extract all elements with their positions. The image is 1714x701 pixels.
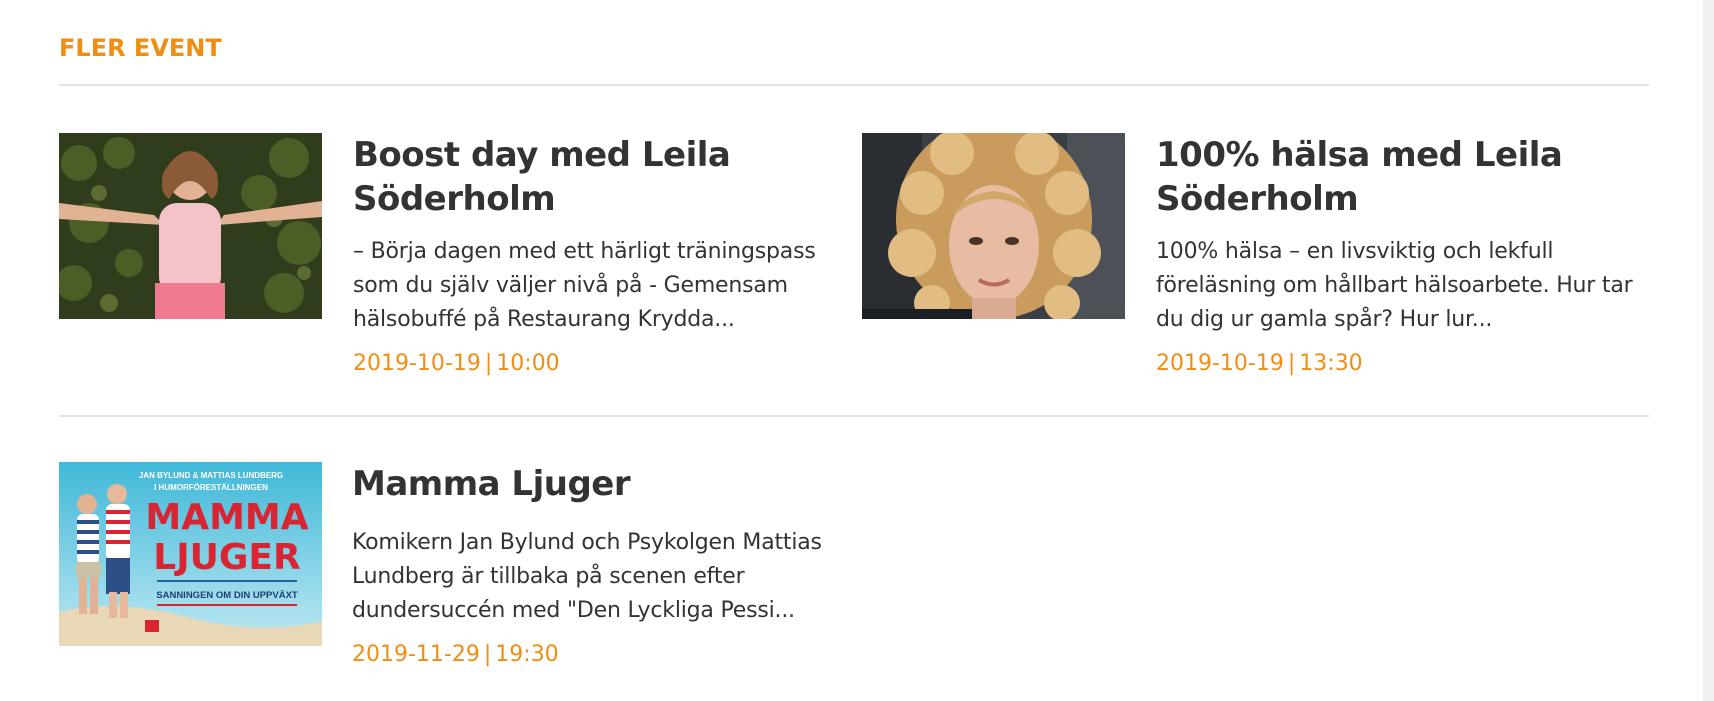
event-date: 2019-10-19 bbox=[1156, 351, 1284, 376]
divider bbox=[59, 415, 1649, 417]
event-datetime: 2019-10-19 | 13:30 bbox=[1156, 349, 1656, 379]
separator: | bbox=[483, 642, 492, 667]
event-description: – Börja dagen med ett härligt träningspa… bbox=[353, 239, 816, 332]
separator: | bbox=[1287, 351, 1296, 376]
event-time: 10:00 bbox=[496, 351, 560, 376]
event-description: Komikern Jan Bylund och Psykolgen Mattia… bbox=[352, 530, 822, 623]
event-title[interactable]: Mamma Ljuger bbox=[352, 462, 852, 506]
event-image[interactable] bbox=[59, 133, 322, 319]
poster-headline1: MAMMA bbox=[145, 497, 308, 538]
divider bbox=[59, 84, 1649, 86]
event-time: 13:30 bbox=[1299, 351, 1363, 376]
event-body: Boost day med Leila Söderholm – Börja da… bbox=[353, 133, 853, 379]
event-date: 2019-11-29 bbox=[352, 642, 480, 667]
event-title[interactable]: Boost day med Leila Söderholm bbox=[353, 133, 853, 221]
section-title: FLER EVENT bbox=[59, 34, 222, 62]
event-datetime: 2019-11-29 | 19:30 bbox=[352, 640, 852, 670]
poster-top-line2: I HUMORFÖRESTÄLLNINGEN bbox=[154, 483, 268, 492]
event-body: Mamma Ljuger Komikern Jan Bylund och Psy… bbox=[352, 462, 852, 670]
poster-headline2: LJUGER bbox=[153, 537, 300, 578]
event-time: 19:30 bbox=[495, 642, 559, 667]
event-body: 100% hälsa med Leila Söderholm 100% häls… bbox=[1156, 133, 1656, 379]
event-title[interactable]: 100% hälsa med Leila Söderholm bbox=[1156, 133, 1656, 221]
event-description: 100% hälsa – en livsviktig och lekfull f… bbox=[1156, 239, 1633, 332]
event-date: 2019-10-19 bbox=[353, 351, 481, 376]
event-image[interactable] bbox=[862, 133, 1125, 319]
event-image[interactable]: JAN BYLUND & MATTIAS LUNDBERG I HUMORFÖR… bbox=[59, 462, 322, 646]
event-datetime: 2019-10-19 | 10:00 bbox=[353, 349, 853, 379]
poster-top-line1: JAN BYLUND & MATTIAS LUNDBERG bbox=[139, 471, 283, 480]
poster-tagline: SANNINGEN OM DIN UPPVÄXT bbox=[156, 590, 298, 601]
scrollbar[interactable] bbox=[1703, 0, 1714, 701]
separator: | bbox=[484, 351, 493, 376]
